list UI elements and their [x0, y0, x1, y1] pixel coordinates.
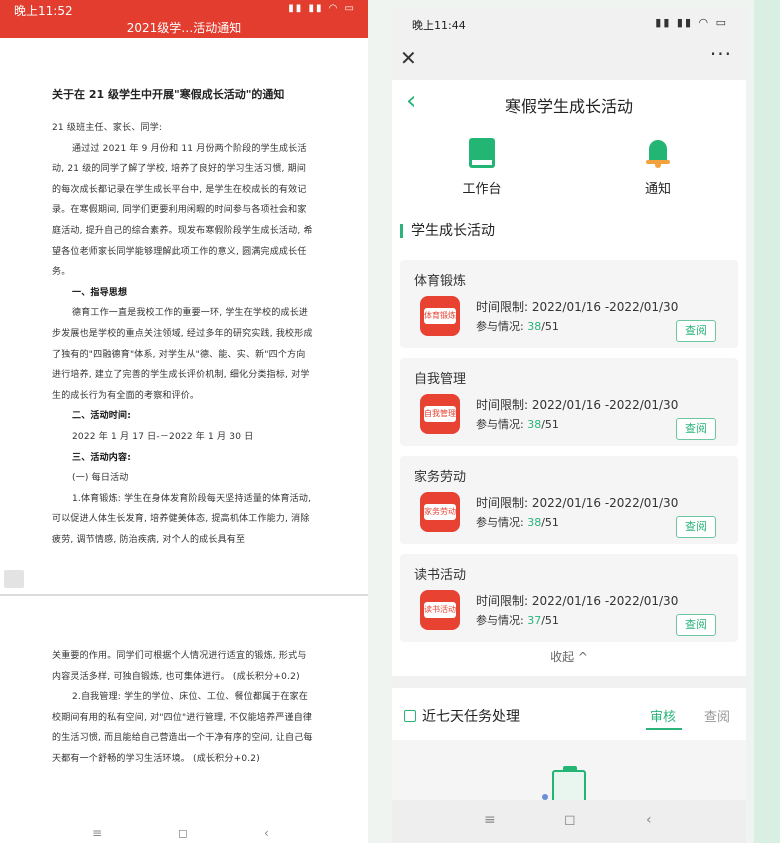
participation-label: 参与情况: [476, 418, 528, 431]
document-paragraph: 关重要的作用。同学们可根据个人情况进行适宜的锻炼, 形式与内容灵活多样, 可独自… [52, 651, 307, 682]
status-bar: 晚上11:44 ▮▮ ▮▮ ◠ ▭ [392, 8, 746, 38]
activity-card: 家务劳动 家务劳动 时间限制: 2022/01/16 -2022/01/30 参与情况… [400, 456, 738, 544]
back-nav-button[interactable]: ‹ [264, 826, 269, 840]
document-paragraph: 德育工作一直是我校工作的重要一环, 学生在学校的成长进步发展也是学校的重点关注领… [52, 308, 313, 401]
participation-done: 38 [527, 516, 542, 529]
tab-review[interactable]: 审核 [645, 706, 683, 730]
menu-nav-button[interactable]: ≡ [484, 812, 496, 828]
document-paragraph: 通过过 2021 年 9 月份和 11 月份两个阶段的学生成长活动, 21 级的… [52, 143, 313, 278]
document-paragraphs-page-2: 关重要的作用。同学们可根据个人情况进行适宜的锻炼, 形式与内容灵活多样, 可独自… [52, 646, 314, 770]
activity-thumbnail: 读书活动 [420, 590, 460, 630]
activity-participation: 参与情况: 38/51 [476, 318, 559, 334]
status-time: 晚上11:44 [412, 19, 466, 32]
participation-total: /51 [541, 614, 559, 627]
status-icons: ▮▮ ▮▮ ◠ ▭ [288, 3, 356, 14]
bell-icon [646, 138, 670, 168]
calendar-check-icon [404, 710, 416, 722]
document-paragraph: 1.体育锻炼: 学生在身体发育阶段每天坚持适量的体育活动, 可以促进人体生长发育… [52, 493, 312, 545]
activity-name: 体育锻炼 [414, 274, 467, 289]
collapse-toggle[interactable]: 收起 ^ [392, 648, 746, 665]
doc-header-bar: 晚上11:52 ▮▮ ▮▮ ◠ ▭ 2021级学…活动通知 [0, 0, 368, 38]
view-button[interactable]: 查阅 [676, 516, 716, 538]
activity-thumbnail: 体育锻炼 [420, 296, 460, 336]
document-paragraph: 三、活动内容: [72, 452, 131, 463]
document-paragraph: 二、活动时间: [72, 411, 131, 422]
system-nav-bar: ≡ ◻ ‹ [0, 826, 368, 843]
activity-thumbnail: 家务劳动 [420, 492, 460, 532]
activity-name: 家务劳动 [414, 470, 467, 485]
activity-participation: 参与情况: 37/51 [476, 612, 559, 628]
activity-thumbnail-label: 体育锻炼 [424, 308, 456, 324]
page-divider [0, 594, 368, 596]
activity-thumbnail: 自我管理 [420, 394, 460, 434]
document-paragraphs: 21 级班主任、家长、同学: 通过过 2021 年 9 月份和 11 月份两个阶段… [52, 118, 314, 550]
document-paragraph: 一、指导思想 [72, 287, 128, 298]
activity-card: 体育锻炼 体育锻炼 时间限制: 2022/01/16 -2022/01/30 参与情况… [400, 260, 738, 348]
home-nav-button[interactable]: ◻ [564, 812, 576, 828]
participation-done: 38 [527, 418, 542, 431]
document-paragraph: 21 级班主任、家长、同学: [52, 123, 163, 133]
section-gap [392, 676, 746, 688]
workbench-label: 工作台 [462, 182, 502, 197]
status-icons: ▮▮ ▮▮ ◠ ▭ [655, 16, 728, 29]
participation-label: 参与情况: [476, 614, 528, 627]
workbench-shortcut[interactable]: 工作台 [432, 138, 532, 197]
activity-time-limit: 时间限制: 2022/01/16 -2022/01/30 [476, 300, 679, 314]
activity-thumbnail-label: 自我管理 [424, 406, 456, 422]
page-title: 寒假学生成长活动 [504, 97, 633, 116]
activity-participation: 参与情况: 38/51 [476, 416, 559, 432]
menu-nav-button[interactable]: ≡ [92, 826, 102, 840]
participation-total: /51 [541, 418, 559, 431]
view-button[interactable]: 查阅 [676, 614, 716, 636]
activity-name: 读书活动 [414, 568, 467, 583]
participation-label: 参与情况: [476, 516, 528, 529]
page-indicator[interactable] [4, 570, 24, 588]
right-phone-screen: 晚上11:44 ▮▮ ▮▮ ◠ ▭ ✕ ··· ‹ 寒假学生成长活动 工作台 通… [392, 8, 746, 843]
participation-total: /51 [541, 516, 559, 529]
activity-participation: 参与情况: 38/51 [476, 514, 559, 530]
activity-card: 读书活动 读书活动 时间限制: 2022/01/16 -2022/01/30 参与情况… [400, 554, 738, 642]
mini-app-bar: ✕ ··· [392, 38, 746, 80]
view-button[interactable]: 查阅 [676, 320, 716, 342]
participation-total: /51 [541, 320, 559, 333]
book-icon [469, 138, 495, 168]
document-body-page-2: 关重要的作用。同学们可根据个人情况进行适宜的锻炼, 形式与内容灵活多样, 可独自… [52, 646, 314, 770]
view-button[interactable]: 查阅 [676, 418, 716, 440]
notice-label: 通知 [644, 182, 671, 197]
participation-done: 37 [527, 614, 542, 627]
document-paragraph: 2022 年 1 月 17 日-－2022 年 1 月 30 日 [72, 431, 254, 442]
document-title: 关于在 21 级学生中开展"寒假成长活动"的通知 [52, 88, 285, 101]
tasks-header: 近七天任务处理 审核 查阅 [392, 688, 746, 738]
activity-time-limit: 时间限制: 2022/01/16 -2022/01/30 [476, 594, 679, 608]
participation-done: 38 [527, 320, 542, 333]
back-nav-button[interactable]: ‹ [646, 812, 652, 828]
system-nav-bar: ≡ ◻ ‹ [392, 800, 746, 843]
section-title: 学生成长活动 [400, 224, 495, 238]
activity-time-limit: 时间限制: 2022/01/16 -2022/01/30 [476, 496, 679, 510]
document-paragraph: 2.自我管理: 学生的学位、床位、工位、餐位都属于在家在校期间有用的私有空间, … [52, 692, 313, 764]
document-paragraph: (一) 每日活动 [72, 473, 129, 484]
background-edge [754, 0, 780, 843]
tasks-title: 近七天任务处理 [404, 706, 520, 726]
page-header: ‹ 寒假学生成长活动 [392, 80, 746, 126]
activity-thumbnail-label: 家务劳动 [424, 504, 456, 520]
activity-card: 自我管理 自我管理 时间限制: 2022/01/16 -2022/01/30 参与情况… [400, 358, 738, 446]
more-icon[interactable]: ··· [710, 42, 732, 66]
activity-name: 自我管理 [414, 372, 467, 387]
doc-header-title: 2021级学…活动通知 [126, 21, 242, 35]
home-nav-button[interactable]: ◻ [178, 826, 188, 840]
tasks-title-text: 近七天任务处理 [422, 709, 520, 725]
status-time: 晚上11:52 [14, 4, 73, 18]
close-icon[interactable]: ✕ [400, 46, 417, 70]
activity-time-limit: 时间限制: 2022/01/16 -2022/01/30 [476, 398, 679, 412]
tab-view[interactable]: 查阅 [704, 706, 730, 725]
document-body: 关于在 21 级学生中开展"寒假成长活动"的通知 21 级班主任、家长、同学: 通… [52, 88, 314, 550]
participation-label: 参与情况: [476, 320, 528, 333]
left-phone-screen: 晚上11:52 ▮▮ ▮▮ ◠ ▭ 2021级学…活动通知 关于在 21 级学生… [0, 0, 368, 843]
activity-thumbnail-label: 读书活动 [424, 602, 456, 618]
notice-shortcut[interactable]: 通知 [608, 138, 708, 197]
